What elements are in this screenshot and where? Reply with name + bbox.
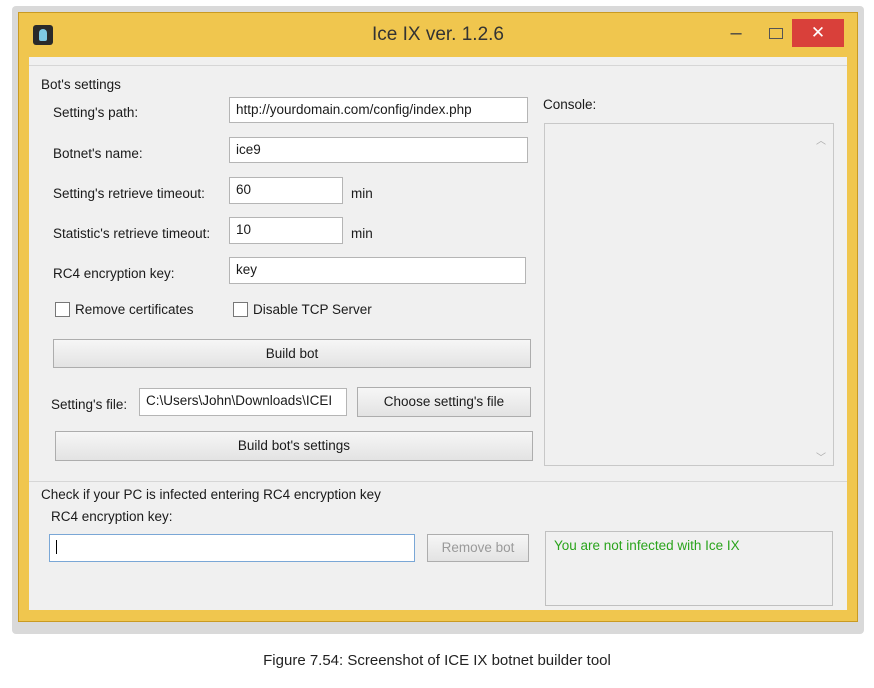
infection-rc4-input[interactable] — [49, 534, 415, 562]
rc4-key-label: RC4 encryption key: — [53, 266, 175, 281]
rc4-key-input[interactable]: key — [229, 257, 526, 284]
disable-tcp-checkbox[interactable] — [233, 302, 248, 317]
maximize-icon — [769, 28, 783, 39]
settings-timeout-unit: min — [351, 186, 373, 201]
botnet-name-label: Botnet's name: — [53, 146, 143, 161]
infection-check-group-label: Check if your PC is infected entering RC… — [41, 487, 381, 502]
settings-file-label: Setting's file: — [51, 397, 128, 412]
settings-timeout-label: Setting's retrieve timeout: — [53, 186, 205, 201]
infection-result-text: You are not infected with Ice IX — [545, 531, 833, 606]
scroll-up-icon[interactable]: ︿ — [815, 132, 827, 147]
infection-rc4-label: RC4 encryption key: — [51, 509, 173, 524]
app-window: Ice IX ver. 1.2.6 – ✕ Bot's settings Set… — [18, 12, 858, 622]
statistics-timeout-input[interactable]: 10 — [229, 217, 343, 244]
build-settings-button[interactable]: Build bot's settings — [55, 431, 533, 461]
console-output[interactable]: ︿ ﹀ — [544, 123, 834, 466]
botnet-name-input[interactable]: ice9 — [229, 137, 528, 163]
close-button[interactable]: ✕ — [792, 19, 844, 47]
remove-certificates-label[interactable]: Remove certificates — [75, 302, 194, 317]
build-bot-button[interactable]: Build bot — [53, 339, 531, 368]
statistics-timeout-unit: min — [351, 226, 373, 241]
console-label: Console: — [543, 97, 597, 112]
settings-path-label: Setting's path: — [53, 105, 139, 120]
minimize-button[interactable]: – — [719, 21, 753, 47]
settings-file-input[interactable]: C:\Users\John\Downloads\ICEI — [139, 388, 347, 416]
maximize-button[interactable] — [759, 21, 793, 47]
client-area: Bot's settings Setting's path: http://yo… — [29, 57, 847, 610]
settings-timeout-input[interactable]: 60 — [229, 177, 343, 204]
settings-path-input[interactable]: http://yourdomain.com/config/index.php — [229, 97, 528, 123]
disable-tcp-label[interactable]: Disable TCP Server — [253, 302, 372, 317]
title-bar[interactable]: Ice IX ver. 1.2.6 – ✕ — [19, 13, 857, 57]
scroll-down-icon[interactable]: ﹀ — [815, 449, 827, 464]
choose-settings-file-button[interactable]: Choose setting's file — [357, 387, 531, 417]
statistics-timeout-label: Statistic's retrieve timeout: — [53, 226, 211, 241]
remove-certificates-checkbox[interactable] — [55, 302, 70, 317]
group-separator — [29, 481, 847, 482]
figure-caption: Figure 7.54: Screenshot of ICE IX botnet… — [263, 652, 611, 669]
remove-bot-button[interactable]: Remove bot — [427, 534, 529, 562]
bot-settings-group-label: Bot's settings — [41, 77, 121, 92]
text-cursor — [56, 540, 57, 555]
group-separator — [29, 65, 847, 66]
